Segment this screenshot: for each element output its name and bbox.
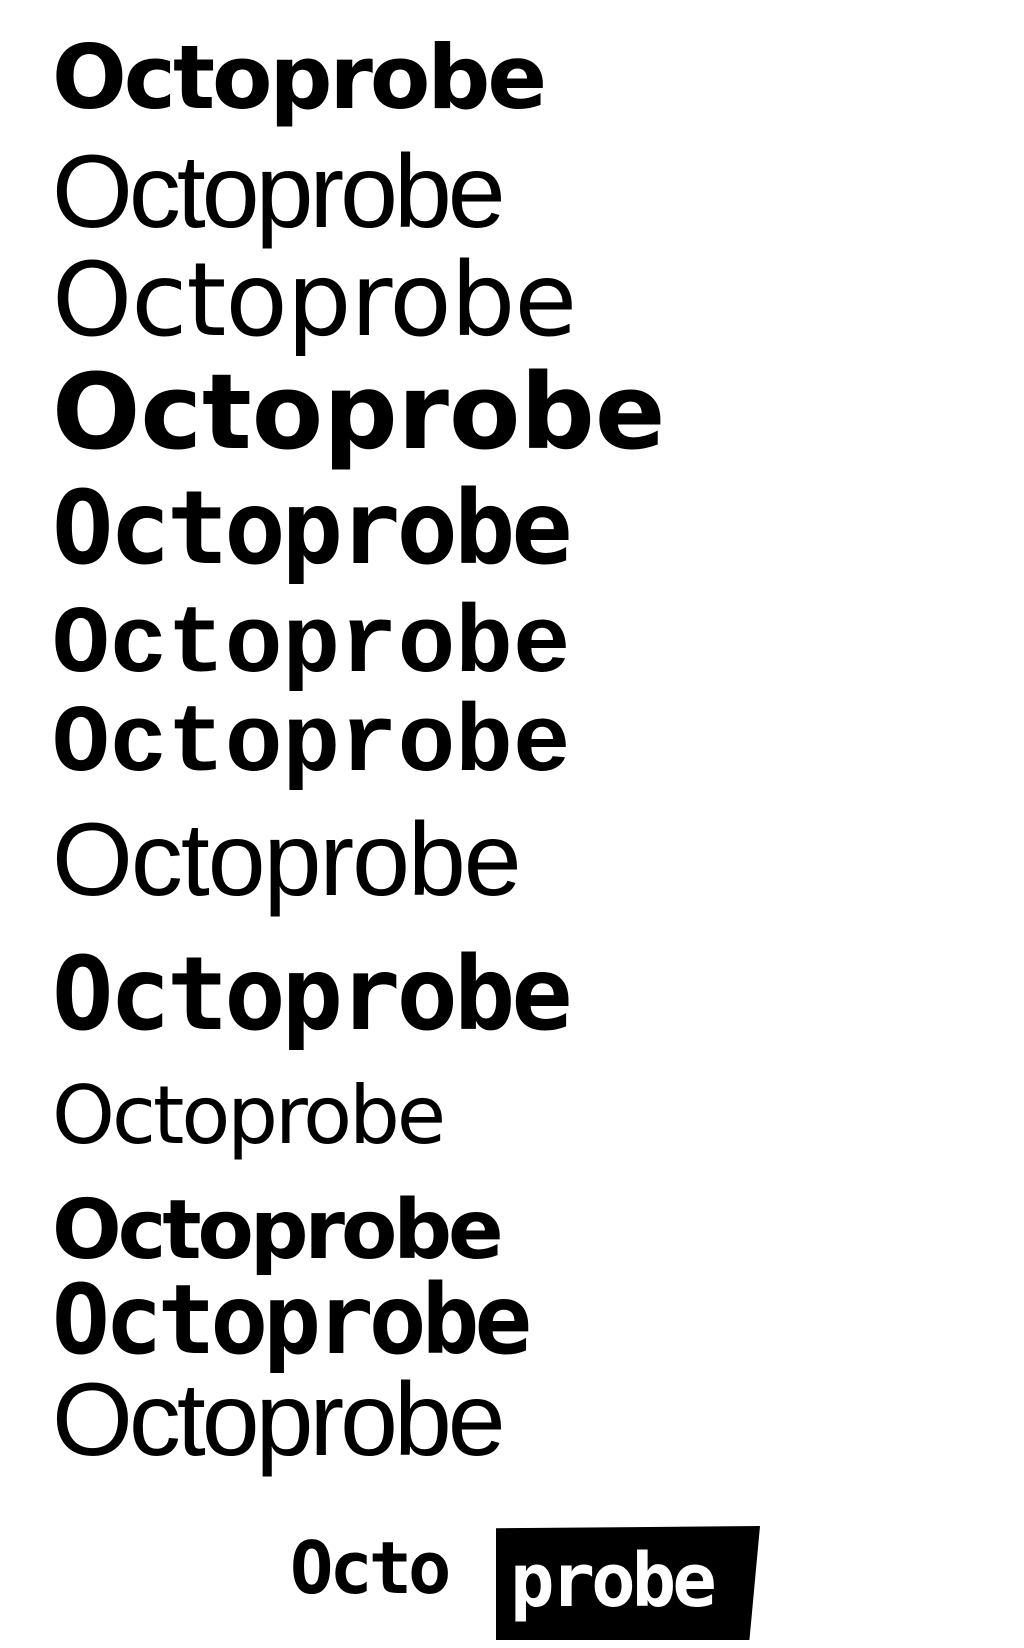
logo-octo-text: Octo (290, 1526, 451, 1610)
font-sample-4: Octoprobe (52, 351, 666, 473)
font-sample-1: Octoprobe (52, 26, 547, 129)
font-sample-8: Octoprobe (52, 802, 522, 918)
font-sample-5: Octoprobe (52, 469, 573, 588)
font-sample-2: Octoprobe (52, 134, 506, 250)
font-sample-11: Octoprobe (52, 1183, 504, 1278)
octoprobe-logo: Octo probe (290, 1526, 770, 1648)
font-sample-6: Octoprobe (52, 591, 571, 700)
font-sample-12: Octoprobe (52, 1264, 532, 1376)
font-sample-3: Octoprobe (52, 241, 577, 360)
logo-probe-box: probe (496, 1526, 760, 1640)
font-sample-13: Octoprobe (52, 1362, 506, 1478)
font-sample-10: Octoprobe (52, 1069, 446, 1162)
logo-probe-text: probe (510, 1538, 717, 1624)
font-sample-7: Octoprobe (52, 690, 571, 799)
font-sample-9: Octoprobe (52, 935, 573, 1054)
